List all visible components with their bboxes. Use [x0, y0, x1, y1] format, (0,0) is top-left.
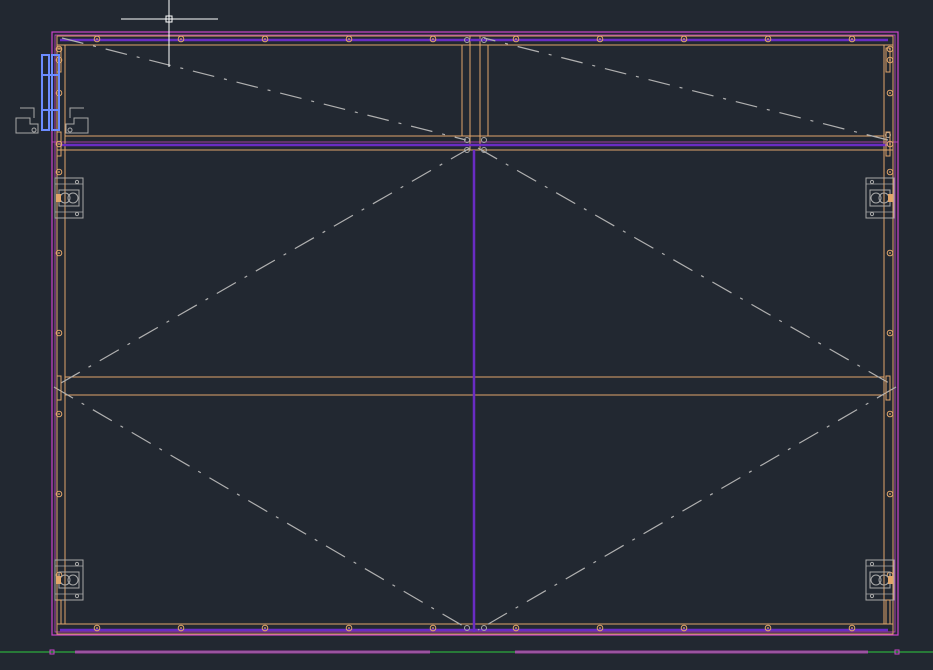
cabinet-drawing[interactable] — [0, 0, 933, 670]
cad-viewport[interactable] — [0, 0, 933, 670]
model-space-background — [0, 0, 933, 670]
